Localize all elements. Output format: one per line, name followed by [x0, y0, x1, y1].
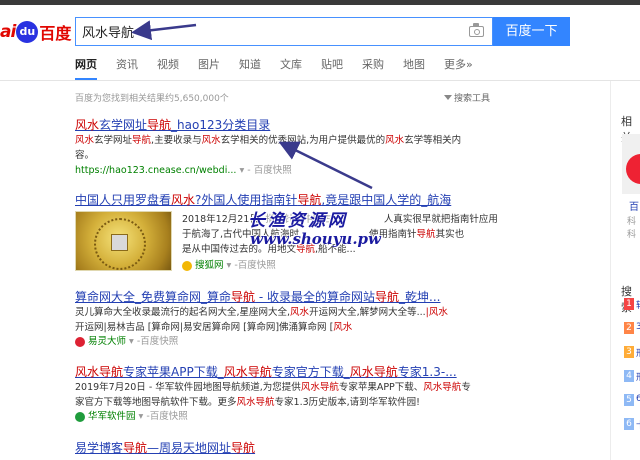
hot-rank-link[interactable]: 3: [636, 322, 640, 332]
hot-rank-badge: 6: [624, 418, 634, 430]
hot-rank-link[interactable]: 卡: [636, 418, 640, 431]
annotation-arrows: [131, 20, 373, 190]
related-sublabel: 科科: [627, 217, 637, 240]
hot-rank-badge: 2: [624, 322, 634, 334]
hot-rank-badge: 3: [624, 346, 634, 358]
arrow-to-result: [278, 141, 373, 190]
hot-rank-badge: 1: [624, 298, 634, 310]
hot-rank-link[interactable]: 转: [636, 298, 640, 311]
hot-rank-link[interactable]: 6: [636, 394, 640, 404]
hot-rank-badge: 4: [624, 370, 634, 382]
arrow-to-query: [131, 20, 197, 41]
hot-rank-badge: 5: [624, 394, 634, 406]
hot-rank-link[interactable]: 形: [636, 346, 640, 359]
related-image[interactable]: [622, 134, 640, 194]
hot-rank-link[interactable]: 形: [636, 370, 640, 383]
related-label[interactable]: 百: [629, 198, 639, 213]
